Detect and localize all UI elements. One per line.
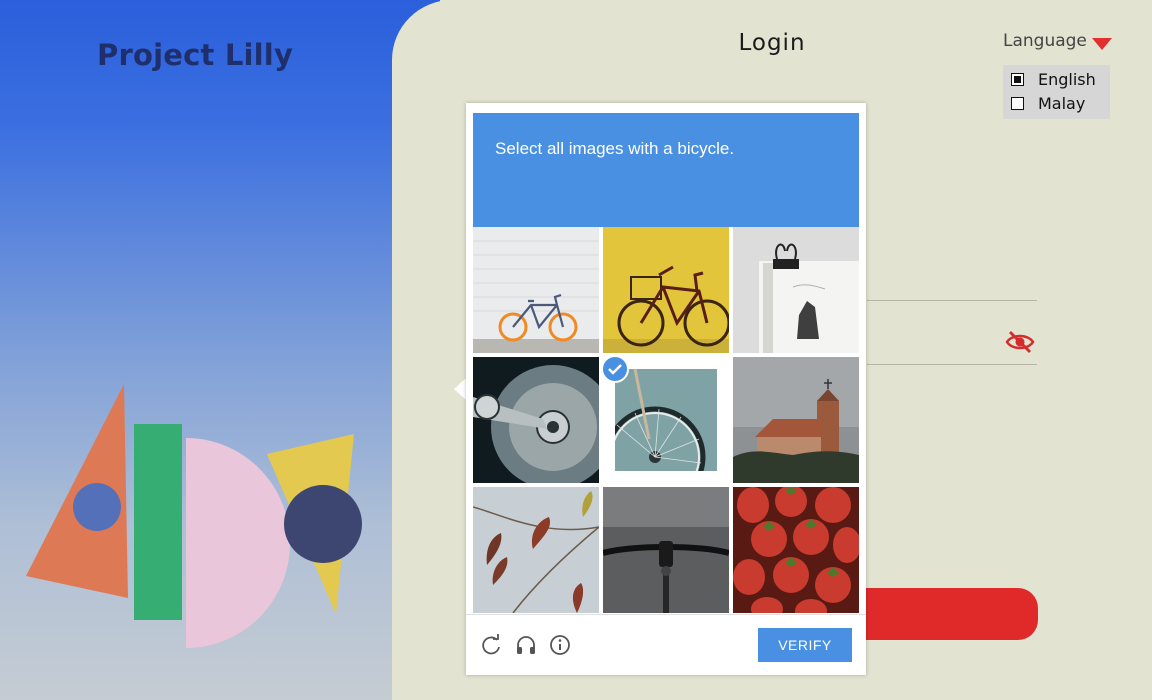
captcha-tile-hard-disk[interactable] [473,357,599,483]
password-field-underline[interactable] [867,364,1037,365]
info-icon[interactable] [549,634,571,656]
language-label: Language [1003,31,1087,51]
reload-icon[interactable] [480,634,502,656]
verify-button[interactable]: VERIFY [758,628,852,662]
captcha-footer-divider [466,614,866,615]
captcha-dialog: Select all images with a bicycle. VERIFY [466,103,866,675]
selected-check-icon [603,357,629,383]
captcha-tile-image [615,369,717,471]
hide-password-eye-icon[interactable] [1005,330,1035,354]
language-option-label: English [1038,69,1096,89]
checkbox-unchecked-icon[interactable] [1011,96,1024,110]
checkbox-checked-icon[interactable] [1011,72,1024,86]
captcha-pointer [454,378,466,400]
captcha-prompt: Select all images with a bicycle. [495,139,735,158]
left-panel: Project Lilly [0,0,440,700]
captcha-tile-autumn-leaves[interactable] [473,487,599,613]
captcha-tile-bicycle-brick-wall[interactable] [473,227,599,353]
captcha-tile-church[interactable] [733,357,859,483]
language-option-malay[interactable]: Malay [1011,92,1085,114]
language-options: English Malay [1003,65,1110,119]
login-submit-button[interactable] [862,588,1038,640]
decorative-shapes [26,384,362,648]
captcha-tile-book-binder-clip[interactable] [733,227,859,353]
captcha-header: Select all images with a bicycle. [473,113,859,227]
username-field-underline[interactable] [867,300,1037,301]
audio-headphones-icon[interactable] [515,634,537,656]
language-dropdown-caret-icon[interactable] [1092,38,1112,50]
language-option-english[interactable]: English [1011,68,1096,90]
captcha-tile-bicycle-handlebar[interactable] [603,487,729,613]
captcha-tile-strawberries[interactable] [733,487,859,613]
captcha-tile-bicycle-basket-yellow[interactable] [603,227,729,353]
captcha-image-grid [473,227,859,613]
brand-title: Project Lilly [97,38,294,72]
language-option-label: Malay [1038,93,1086,113]
captcha-tile-bicycle-wheel[interactable] [603,357,729,483]
